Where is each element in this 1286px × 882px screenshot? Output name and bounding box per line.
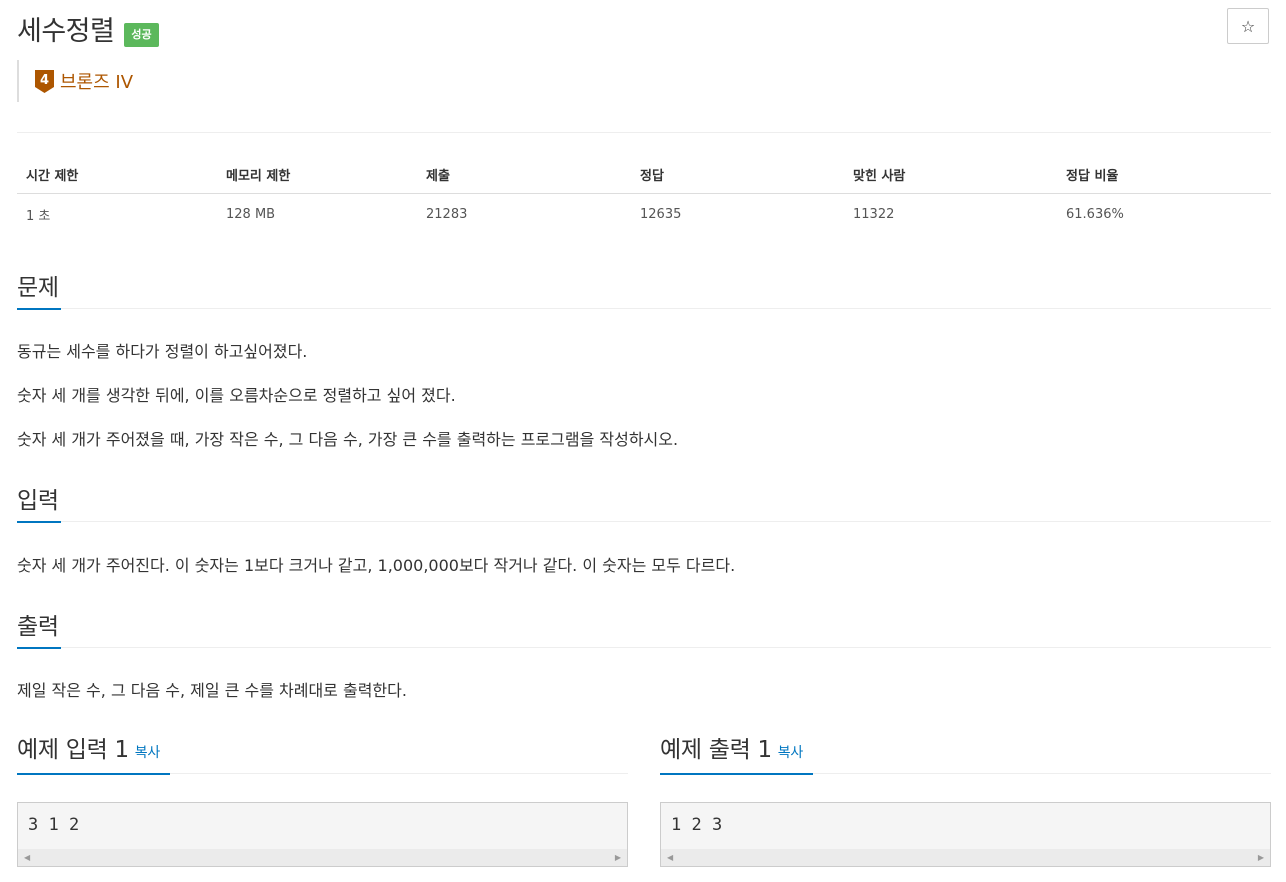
info-header-row: 시간 제한 메모리 제한 제출 정답 맞힌 사람 정답 비율	[17, 155, 1271, 194]
section-input-title: 입력	[17, 488, 59, 514]
divider	[17, 132, 1271, 133]
scroll-right-icon[interactable]: ▶	[615, 853, 621, 862]
tier-number: 4	[40, 73, 49, 88]
horizontal-scrollbar[interactable]: ◀ ▶	[661, 849, 1270, 866]
section-underline	[17, 773, 170, 775]
tier-info: 4 브론즈 IV	[17, 60, 133, 102]
section-underline	[17, 647, 61, 649]
info-header-memory-limit: 메모리 제한	[217, 155, 417, 194]
sample-output-header: 예제 출력 1 복사	[660, 730, 1271, 775]
info-header-time-limit: 시간 제한	[17, 155, 217, 194]
scroll-left-icon[interactable]: ◀	[667, 853, 673, 862]
section-description-header: 문제	[17, 268, 1271, 310]
sample-input-title-text: 예제 입력 1	[17, 737, 129, 763]
bookmark-star-button[interactable]: ☆	[1227, 8, 1269, 44]
section-output-title: 출력	[17, 614, 59, 640]
output-description: 제일 작은 수, 그 다음 수, 제일 큰 수를 차례대로 출력한다.	[17, 681, 407, 700]
info-ratio: 61.636%	[1066, 206, 1124, 222]
description-paragraph: 숫자 세 개를 생각한 뒤에, 이를 오름차순으로 정렬하고 싶어 졌다.	[17, 386, 456, 405]
section-underline	[17, 521, 61, 523]
description-paragraph: 동규는 세수를 하다가 정렬이 하고싶어졌다.	[17, 342, 308, 361]
info-memory-limit: 128 MB	[226, 206, 276, 222]
tier-label[interactable]: 브론즈 IV	[60, 68, 133, 94]
section-underline	[660, 773, 813, 775]
info-header-accepted: 정답	[631, 155, 844, 194]
status-badge: 성공	[124, 23, 159, 47]
section-description-title: 문제	[17, 275, 59, 301]
sample-output-content: 1 2 3	[671, 815, 723, 835]
sample-output-title-text: 예제 출력 1	[660, 737, 772, 763]
page-title: 세수정렬	[17, 16, 115, 47]
sample-output-title: 예제 출력 1 복사	[660, 730, 803, 764]
section-output-header: 출력	[17, 607, 1271, 649]
horizontal-scrollbar[interactable]: ◀ ▶	[18, 849, 627, 866]
info-time-limit: 1 초	[26, 208, 51, 224]
copy-sample-output-button[interactable]: 복사	[778, 745, 803, 761]
scroll-right-icon[interactable]: ▶	[1258, 853, 1264, 862]
section-input-header: 입력	[17, 481, 1271, 523]
problem-info-table: 시간 제한 메모리 제한 제출 정답 맞힌 사람 정답 비율 1 초 128 M…	[17, 155, 1271, 234]
section-underline	[17, 308, 61, 310]
info-solvers[interactable]: 11322	[844, 194, 1057, 235]
sample-output-box: 1 2 3 ◀ ▶	[660, 802, 1271, 867]
info-accepted[interactable]: 12635	[631, 194, 844, 235]
info-header-submissions: 제출	[417, 155, 631, 194]
info-submissions[interactable]: 21283	[417, 194, 631, 235]
sample-input-content: 3 1 2	[28, 815, 80, 835]
star-icon: ☆	[1240, 16, 1256, 36]
copy-sample-input-button[interactable]: 복사	[135, 745, 160, 761]
sample-input-box: 3 1 2 ◀ ▶	[17, 802, 628, 867]
sample-input-title: 예제 입력 1 복사	[17, 730, 160, 764]
scroll-left-icon[interactable]: ◀	[24, 853, 30, 862]
description-paragraph: 숫자 세 개가 주어졌을 때, 가장 작은 수, 그 다음 수, 가장 큰 수를…	[17, 430, 679, 449]
bronze-tier-icon: 4	[35, 69, 54, 93]
title-row: 세수정렬 성공	[17, 10, 159, 54]
sample-input-header: 예제 입력 1 복사	[17, 730, 628, 775]
info-header-ratio: 정답 비율	[1057, 155, 1271, 194]
input-description: 숫자 세 개가 주어진다. 이 숫자는 1보다 크거나 같고, 1,000,00…	[17, 556, 736, 575]
info-header-solvers: 맞힌 사람	[844, 155, 1057, 194]
info-value-row: 1 초 128 MB 21283 12635 11322 61.636%	[17, 194, 1271, 235]
